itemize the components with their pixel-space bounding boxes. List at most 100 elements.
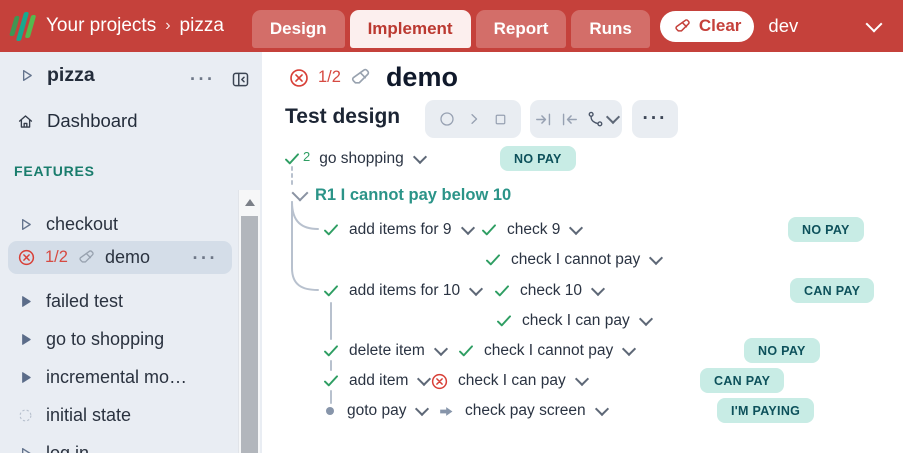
sidebar-scrollbar[interactable] bbox=[238, 190, 260, 453]
sidebar-item-label: checkout bbox=[46, 214, 118, 235]
play-outline-icon bbox=[18, 67, 35, 84]
test-step: delete item bbox=[322, 342, 457, 360]
play-filled-icon bbox=[17, 369, 34, 386]
sidebar-item-failed-test[interactable]: failed test bbox=[0, 286, 237, 316]
tab-design[interactable]: Design bbox=[252, 10, 345, 48]
section-title: Test design bbox=[285, 105, 400, 129]
step-label[interactable]: goto pay bbox=[347, 402, 406, 420]
stop-button[interactable] bbox=[492, 111, 509, 128]
check-icon bbox=[493, 282, 511, 300]
breadcrumb: Your projects › pizza bbox=[46, 15, 224, 37]
sidebar-item-demo[interactable]: 1/2demo··· bbox=[8, 241, 232, 274]
test-step-row: 2 go shopping bbox=[283, 145, 425, 173]
step-label[interactable]: R1 I cannot pay below 10 bbox=[315, 186, 511, 205]
go-to-start-button[interactable] bbox=[560, 110, 579, 129]
sidebar-item-initial-state[interactable]: initial state bbox=[0, 400, 237, 430]
sidebar-item-label: Dashboard bbox=[47, 110, 138, 132]
chevron-down-icon bbox=[606, 110, 620, 124]
step-label[interactable]: add items for 9 bbox=[349, 221, 452, 239]
chevron-down-icon[interactable] bbox=[434, 342, 448, 356]
step-label[interactable]: check I can pay bbox=[522, 312, 630, 330]
step-label[interactable]: check I can pay bbox=[458, 372, 566, 390]
state-badge[interactable]: CAN PAY bbox=[700, 368, 784, 393]
state-badge[interactable]: CAN PAY bbox=[790, 278, 874, 303]
environment-selector[interactable]: dev bbox=[768, 15, 798, 37]
app-logo-icon[interactable] bbox=[12, 9, 33, 43]
check-icon bbox=[283, 150, 301, 168]
sidebar-item-label: go to shopping bbox=[46, 329, 164, 350]
skip-to-end-icon bbox=[534, 110, 553, 129]
branch-view-button[interactable] bbox=[586, 110, 618, 129]
environment-caret-icon[interactable] bbox=[866, 16, 883, 33]
step-label[interactable]: go shopping bbox=[319, 150, 403, 168]
execution-count: 2 bbox=[303, 150, 310, 163]
test-status-count: 1/2 bbox=[318, 68, 341, 87]
page-title: demo bbox=[386, 62, 458, 93]
state-badge[interactable]: NO PAY bbox=[744, 338, 820, 363]
tab-report[interactable]: Report bbox=[476, 10, 567, 48]
record-button[interactable] bbox=[438, 110, 456, 128]
check-icon bbox=[484, 251, 502, 269]
sidebar: pizza ··· Dashboard FEATURES checkout1/2… bbox=[0, 52, 262, 453]
clear-button-label: Clear bbox=[699, 16, 742, 36]
more-actions-group: ··· bbox=[632, 100, 678, 138]
test-step: check 9 bbox=[480, 221, 581, 239]
more-actions-button[interactable]: ··· bbox=[643, 114, 668, 124]
project-more-button[interactable]: ··· bbox=[190, 74, 215, 84]
circle-dashed-icon bbox=[17, 407, 34, 424]
collapse-chevron-icon[interactable] bbox=[292, 185, 309, 202]
chevron-down-icon[interactable] bbox=[415, 402, 429, 416]
sidebar-item-label: log in bbox=[46, 443, 89, 453]
breadcrumb-separator: › bbox=[165, 17, 170, 35]
step-label[interactable]: check pay screen bbox=[465, 402, 586, 420]
check-icon bbox=[322, 221, 340, 239]
item-more-button[interactable]: ··· bbox=[193, 253, 218, 263]
sidebar-item-dashboard[interactable]: Dashboard bbox=[16, 110, 138, 132]
test-step-row: R1 I cannot pay below 10 bbox=[283, 181, 511, 209]
chevron-down-icon[interactable] bbox=[639, 312, 653, 326]
step-label[interactable]: check 10 bbox=[520, 282, 582, 300]
step-label[interactable]: check I cannot pay bbox=[511, 251, 640, 269]
step-label[interactable]: add items for 10 bbox=[349, 282, 460, 300]
step-label[interactable]: delete item bbox=[349, 342, 425, 360]
chevron-down-icon[interactable] bbox=[460, 221, 474, 235]
collapse-sidebar-icon[interactable] bbox=[230, 69, 251, 90]
test-step-row: check I can pay bbox=[495, 307, 651, 335]
scrollbar-thumb[interactable] bbox=[241, 216, 258, 453]
step-label[interactable]: add item bbox=[349, 372, 408, 390]
chevron-down-icon[interactable] bbox=[591, 282, 605, 296]
sidebar-item-checkout[interactable]: checkout bbox=[0, 209, 237, 239]
state-badge[interactable]: NO PAY bbox=[788, 217, 864, 242]
chevron-down-icon[interactable] bbox=[575, 372, 589, 386]
tab-implement[interactable]: Implement bbox=[350, 10, 471, 48]
sidebar-item-go-to-shopping[interactable]: go to shopping bbox=[0, 324, 237, 354]
clear-button[interactable]: Clear bbox=[660, 11, 755, 42]
step-label[interactable]: check 9 bbox=[507, 221, 560, 239]
chevron-down-icon[interactable] bbox=[649, 251, 663, 265]
go-to-end-button[interactable] bbox=[534, 110, 553, 129]
check-icon bbox=[457, 342, 475, 360]
play-outline-icon bbox=[17, 445, 34, 453]
chevron-down-icon[interactable] bbox=[569, 221, 583, 235]
navigation-controls-group bbox=[530, 100, 622, 138]
chevron-down-icon[interactable] bbox=[595, 402, 609, 416]
play-button[interactable] bbox=[466, 111, 482, 127]
chevron-down-icon[interactable] bbox=[622, 342, 636, 356]
chevron-down-icon[interactable] bbox=[413, 150, 427, 164]
sidebar-item-label: initial state bbox=[46, 405, 131, 426]
breadcrumb-projects-link[interactable]: Your projects bbox=[46, 15, 156, 37]
state-badge[interactable]: I'M PAYING bbox=[717, 398, 814, 423]
test-step: check 10 bbox=[493, 282, 603, 300]
state-badge[interactable]: NO PAY bbox=[500, 146, 576, 171]
scrollbar-up-button[interactable] bbox=[239, 190, 260, 214]
sidebar-item-incremental-mo[interactable]: incremental mo… bbox=[0, 362, 237, 392]
chevron-down-icon[interactable] bbox=[469, 282, 483, 296]
breadcrumb-project-name[interactable]: pizza bbox=[180, 15, 224, 37]
test-step: add items for 9 bbox=[322, 221, 480, 239]
test-step: add item bbox=[322, 372, 430, 390]
step-label[interactable]: check I cannot pay bbox=[484, 342, 613, 360]
tab-runs[interactable]: Runs bbox=[571, 10, 650, 48]
sidebar-project-row[interactable]: pizza bbox=[18, 64, 95, 87]
eraser-icon[interactable] bbox=[349, 66, 372, 89]
sidebar-item-log-in[interactable]: log in bbox=[0, 438, 237, 453]
